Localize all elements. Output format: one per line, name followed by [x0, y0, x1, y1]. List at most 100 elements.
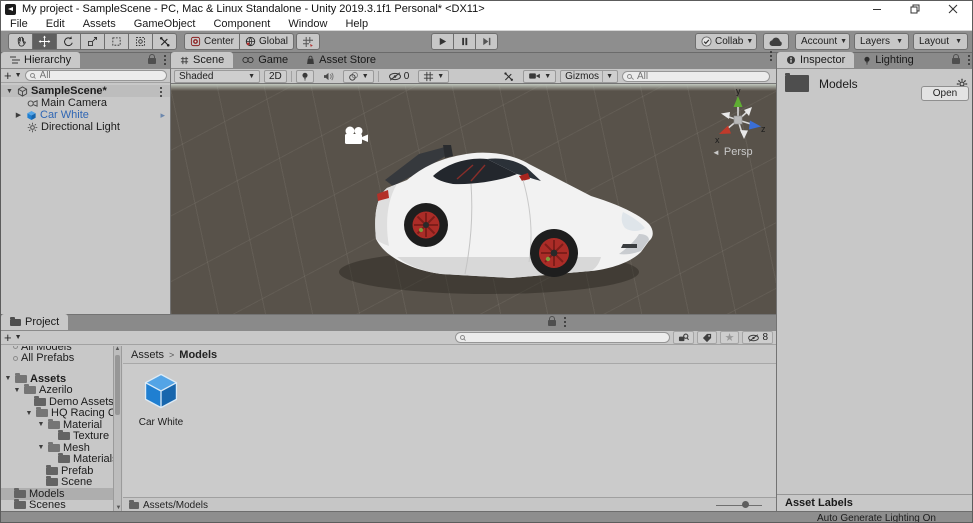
- hidden-packages-toggle[interactable]: 8: [742, 331, 773, 344]
- hand-tool-button[interactable]: [8, 33, 33, 50]
- collab-button[interactable]: Collab ▼: [695, 33, 757, 50]
- tree-item-material[interactable]: ▼ Material: [1, 418, 113, 431]
- tree-item-prefab[interactable]: Prefab: [1, 464, 113, 477]
- rect-tool-button[interactable]: [104, 33, 129, 50]
- scale-tool-button[interactable]: [80, 33, 105, 50]
- project-search-field[interactable]: [454, 332, 670, 343]
- tab-hierarchy[interactable]: Hierarchy: [1, 52, 81, 68]
- create-asset-button[interactable]: +: [4, 331, 12, 344]
- search-by-label-button[interactable]: [696, 331, 717, 344]
- breadcrumb-assets[interactable]: Assets: [131, 349, 164, 361]
- step-button[interactable]: [475, 33, 498, 50]
- tab-inspector[interactable]: Inspector: [777, 52, 855, 68]
- kebab-menu-icon[interactable]: [160, 87, 162, 89]
- hierarchy-search-input[interactable]: [25, 71, 166, 80]
- layers-dropdown[interactable]: Layers ▼: [854, 33, 909, 50]
- hierarchy-item-main-camera[interactable]: Main Camera: [1, 97, 170, 109]
- scene-tools-button[interactable]: [498, 70, 519, 83]
- scene-camera-dropdown[interactable]: ▼: [523, 69, 557, 83]
- prefab-arrow-icon[interactable]: ▸: [160, 110, 165, 121]
- chevron-down-icon[interactable]: ▼: [15, 72, 22, 79]
- tree-item-scene[interactable]: Scene: [1, 476, 113, 488]
- account-dropdown[interactable]: Account ▼: [795, 33, 850, 50]
- tree-scrollbar[interactable]: ▲ ▼: [114, 346, 122, 512]
- caret-down-icon[interactable]: ▼: [25, 410, 33, 417]
- lock-icon[interactable]: [952, 54, 960, 64]
- caret-down-icon[interactable]: ▼: [37, 421, 45, 428]
- kebab-menu-icon[interactable]: [164, 55, 166, 57]
- hidden-objects-toggle[interactable]: 0: [383, 70, 415, 83]
- menu-component[interactable]: Component: [204, 17, 279, 31]
- axis-gizmo[interactable]: y z x: [711, 88, 765, 148]
- lock-icon[interactable]: [148, 54, 156, 64]
- snap-grid-button[interactable]: [296, 33, 320, 50]
- tree-item-hq-racing-car[interactable]: ▼ HQ Racing Car: [1, 407, 113, 419]
- minimize-button[interactable]: [858, 1, 896, 17]
- close-button[interactable]: [934, 1, 972, 17]
- tab-asset-store[interactable]: Asset Store: [297, 52, 385, 68]
- caret-right-icon[interactable]: ▶: [14, 111, 23, 119]
- scene-viewport[interactable]: y z x ◄ Persp: [171, 84, 776, 314]
- cloud-button[interactable]: [763, 33, 789, 50]
- scene-effects-dropdown[interactable]: ▼: [342, 69, 374, 83]
- hierarchy-item-car-white[interactable]: ▶ Car White ▸: [1, 109, 170, 121]
- scrollbar-thumb[interactable]: [115, 355, 120, 415]
- tab-project[interactable]: Project: [1, 314, 69, 330]
- kebab-menu-icon[interactable]: [968, 55, 970, 57]
- tree-item-assets[interactable]: ▼ Assets: [1, 372, 113, 385]
- tree-item-scenes[interactable]: Scenes: [1, 499, 113, 511]
- play-button[interactable]: [431, 33, 454, 50]
- scene-search-input[interactable]: [623, 71, 769, 81]
- grid-visibility-dropdown[interactable]: ▼: [418, 69, 450, 83]
- tree-item-demo-assets[interactable]: Demo Assets: [1, 395, 113, 408]
- menu-gameobject[interactable]: GameObject: [125, 17, 205, 31]
- projection-toggle[interactable]: ◄ Persp: [712, 146, 753, 158]
- caret-down-icon[interactable]: ▼: [13, 387, 21, 394]
- menu-file[interactable]: File: [1, 17, 37, 31]
- layout-dropdown[interactable]: Layout ▼: [913, 33, 968, 50]
- tree-item-texture[interactable]: Texture: [1, 430, 113, 442]
- add-object-button[interactable]: +: [4, 69, 12, 82]
- tree-item-azerilo[interactable]: ▼ Azerilo: [1, 384, 113, 396]
- tab-game[interactable]: Game: [233, 52, 297, 68]
- menu-assets[interactable]: Assets: [74, 17, 125, 31]
- hierarchy-item-directional-light[interactable]: Directional Light: [1, 121, 170, 133]
- tree-item-models[interactable]: Models: [1, 487, 113, 500]
- kebab-menu-icon[interactable]: [770, 50, 772, 53]
- chevron-down-icon[interactable]: ▼: [15, 334, 22, 341]
- caret-down-icon[interactable]: ▼: [37, 444, 45, 451]
- tab-lighting[interactable]: Lighting: [854, 52, 923, 68]
- camera-gizmo-icon[interactable]: [343, 126, 369, 146]
- car-model[interactable]: [171, 84, 776, 314]
- kebab-menu-icon[interactable]: [564, 317, 566, 319]
- rotate-tool-button[interactable]: [56, 33, 81, 50]
- tree-item-mesh[interactable]: ▼ Mesh: [1, 441, 113, 454]
- asset-car-white[interactable]: Car White: [131, 372, 191, 428]
- pivot-toggle-button[interactable]: Center: [184, 33, 241, 50]
- asset-labels-header[interactable]: Asset Labels: [777, 494, 972, 511]
- space-toggle-button[interactable]: Global: [239, 33, 294, 50]
- hierarchy-scene-header[interactable]: ▼ SampleScene*: [1, 85, 170, 97]
- tree-item-materials[interactable]: Materials: [1, 453, 113, 465]
- save-search-button[interactable]: ★: [719, 331, 740, 344]
- scene-lighting-toggle[interactable]: [295, 69, 314, 83]
- pause-button[interactable]: [453, 33, 476, 50]
- menu-help[interactable]: Help: [336, 17, 377, 31]
- gizmos-dropdown[interactable]: Gizmos ▼: [560, 69, 618, 83]
- open-button[interactable]: Open: [921, 86, 969, 101]
- shading-mode-dropdown[interactable]: Shaded ▼: [174, 69, 260, 83]
- project-search-input[interactable]: [455, 333, 669, 342]
- move-tool-button[interactable]: [32, 33, 57, 50]
- transform-tool-button[interactable]: [128, 33, 153, 50]
- breadcrumb-models[interactable]: Models: [179, 349, 217, 361]
- scene-search-field[interactable]: [622, 70, 770, 82]
- slider-knob[interactable]: [742, 501, 749, 508]
- caret-down-icon[interactable]: ▼: [4, 375, 12, 382]
- menu-window[interactable]: Window: [279, 17, 336, 31]
- restore-button[interactable]: [896, 1, 934, 17]
- scroll-up-icon[interactable]: ▲: [115, 346, 121, 352]
- caret-down-icon[interactable]: ▼: [5, 88, 14, 95]
- tab-scene[interactable]: Scene: [171, 52, 234, 68]
- lock-icon[interactable]: [548, 316, 556, 326]
- favorite-all-prefabs[interactable]: All Prefabs: [1, 352, 113, 364]
